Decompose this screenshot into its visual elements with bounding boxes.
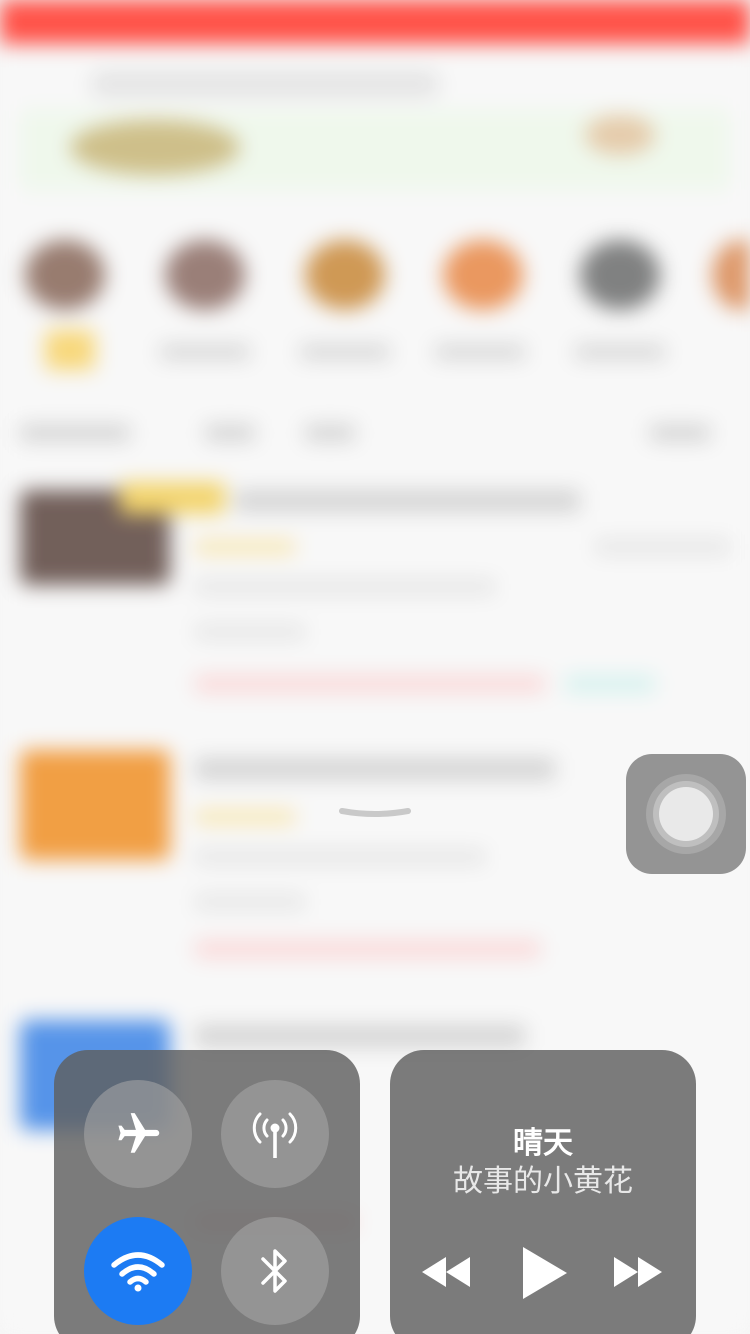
wifi-toggle[interactable]	[84, 1217, 192, 1325]
airplane-mode-toggle[interactable]	[84, 1080, 192, 1188]
bluetooth-icon	[261, 1249, 287, 1293]
assistive-touch-button[interactable]	[626, 754, 746, 874]
assistive-touch-core	[659, 787, 713, 841]
airplane-icon	[118, 1113, 160, 1153]
play-button[interactable]	[514, 1242, 574, 1304]
cellular-data-toggle[interactable]	[221, 1080, 329, 1188]
grabber-handle[interactable]	[338, 804, 412, 817]
bluetooth-toggle[interactable]	[221, 1217, 329, 1325]
connectivity-panel	[54, 1050, 360, 1334]
song-artist: 故事的小黄花	[453, 1164, 633, 1199]
cellular-antenna-icon	[252, 1112, 298, 1158]
now-playing-panel: 晴天 故事的小黄花	[390, 1050, 696, 1334]
rewind-button[interactable]	[416, 1246, 476, 1298]
wifi-icon	[111, 1252, 165, 1292]
fast-forward-icon	[614, 1257, 662, 1287]
rewind-icon	[422, 1257, 470, 1287]
fast-forward-button[interactable]	[608, 1246, 668, 1298]
play-icon	[523, 1247, 567, 1299]
